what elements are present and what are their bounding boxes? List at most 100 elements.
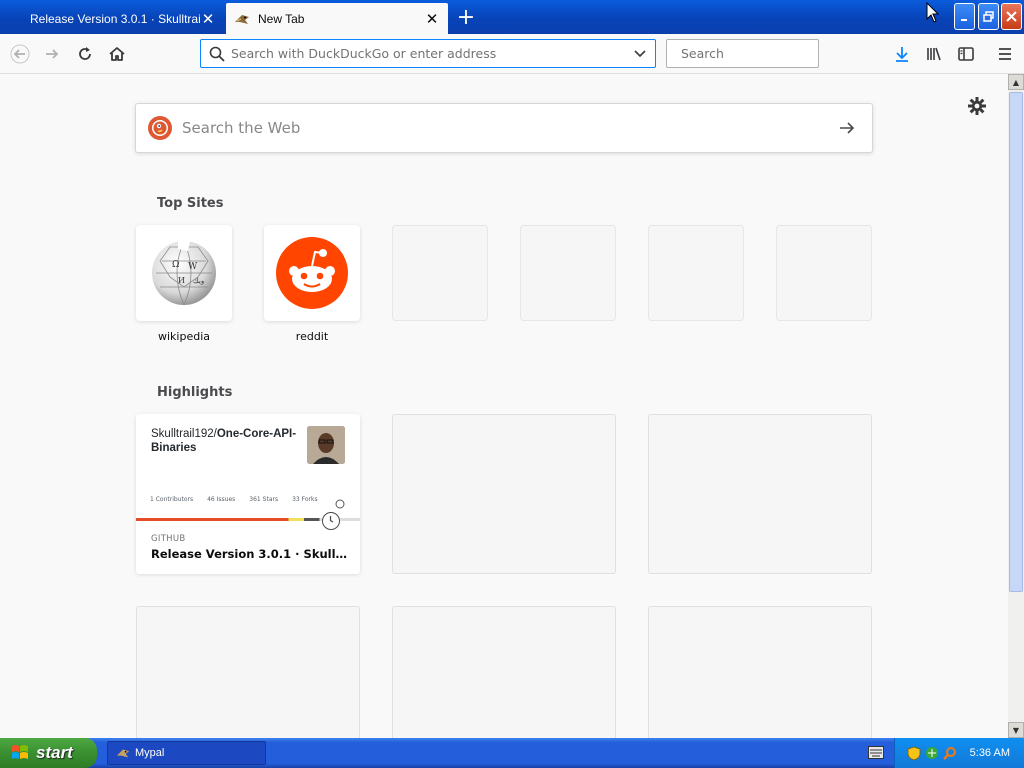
top-site-placeholder (520, 225, 616, 321)
search-bar[interactable] (666, 39, 837, 68)
highlight-preview: Skulltrail192/One-Core-API-Binaries 1 Co… (136, 414, 360, 530)
close-window-button[interactable] (1001, 3, 1022, 30)
github-icon (335, 499, 345, 509)
scroll-down-button[interactable]: ▼ (1008, 722, 1024, 738)
menu-button[interactable] (991, 40, 1019, 68)
close-tab-icon[interactable]: ✕ (424, 11, 440, 28)
svg-text:И: И (178, 276, 185, 285)
top-site-wikipedia[interactable]: Ω W И ويك wikipedia (136, 225, 232, 343)
forward-arrow-icon (46, 49, 59, 59)
top-site-empty (776, 225, 872, 321)
top-site-title: reddit (295, 330, 329, 343)
new-tab-page: Top Sites Ω W И ويك wikipedia (0, 75, 1008, 738)
highlight-placeholder (648, 414, 872, 574)
download-icon (896, 47, 908, 62)
highlight-title: Release Version 3.0.1 · Skulltrail... (151, 547, 351, 561)
windows-logo-icon (12, 745, 28, 759)
close-tab-icon[interactable]: ✕ (200, 11, 216, 28)
library-icon (927, 47, 941, 61)
new-tab-button[interactable]: + (454, 5, 478, 30)
highlight-source: GITHUB (151, 534, 186, 544)
scroll-up-button[interactable]: ▲ (1008, 74, 1024, 90)
top-site-placeholder (392, 225, 488, 321)
customize-button[interactable] (966, 95, 988, 121)
repo-stat: 1 Contributors (150, 496, 194, 503)
top-site-placeholder (648, 225, 744, 321)
highlight-placeholder (392, 414, 616, 574)
repo-owner: Skulltrail192/ (151, 428, 217, 440)
start-label: start (36, 743, 73, 762)
minimize-button[interactable] (954, 3, 975, 30)
sidebar-button[interactable] (952, 40, 980, 68)
network-icon[interactable] (925, 746, 939, 760)
top-site-reddit[interactable]: reddit (264, 225, 360, 343)
highlight-card[interactable]: Skulltrail192/One-Core-API-Binaries 1 Co… (136, 414, 360, 574)
repo-stat: 361 Stars (249, 496, 279, 503)
wikipedia-globe-icon: Ω W И ويك (152, 240, 216, 306)
tab-release-version[interactable]: Release Version 3.0.1 · Skulltrail19 ✕ (0, 3, 224, 34)
top-site-tile[interactable]: Ω W И ويك (136, 225, 232, 321)
start-button[interactable]: start (0, 738, 97, 768)
home-button[interactable] (103, 40, 131, 68)
gear-icon (968, 97, 986, 115)
system-tray: 5:36 AM (894, 738, 1024, 768)
top-site-empty (520, 225, 616, 321)
avatar (307, 426, 345, 464)
downloads-button[interactable] (888, 40, 916, 68)
vertical-scrollbar[interactable]: ▲ ▼ (1008, 74, 1024, 738)
mouse-cursor-icon (926, 2, 940, 23)
title-bar: Release Version 3.0.1 · Skulltrail19 ✕ N… (0, 0, 1024, 34)
mypal-favicon-icon (234, 11, 250, 27)
scrollbar-thumb[interactable] (1009, 92, 1023, 592)
search-tray-icon[interactable] (943, 746, 957, 760)
clock-icon (322, 512, 340, 530)
forward-button[interactable] (38, 40, 66, 68)
url-bar[interactable] (200, 39, 656, 68)
top-sites-heading: Top Sites (157, 196, 224, 211)
taskbar-item-mypal[interactable]: Mypal (107, 741, 266, 765)
shield-icon[interactable] (907, 746, 921, 761)
tab-new-tab[interactable]: New Tab ✕ (226, 3, 448, 34)
reload-button[interactable] (71, 40, 99, 68)
highlight-repo-name: Skulltrail192/One-Core-API-Binaries (151, 427, 301, 455)
url-input[interactable] (231, 40, 625, 67)
highlight-placeholder (136, 606, 360, 738)
tab-label: Release Version 3.0.1 · Skulltrail19 (30, 11, 200, 26)
repo-stats: 1 Contributors 46 Issues 361 Stars 33 Fo… (150, 496, 318, 503)
home-icon (109, 47, 125, 61)
sidebar-icon (958, 47, 974, 61)
back-arrow-icon (10, 44, 30, 64)
highlights-heading: Highlights (157, 385, 233, 400)
top-site-title: wikipedia (157, 330, 210, 343)
top-site-empty (392, 225, 488, 321)
arrow-right-icon[interactable] (838, 119, 856, 137)
hamburger-menu-icon (999, 48, 1011, 60)
top-site-placeholder (776, 225, 872, 321)
top-site-tile[interactable] (264, 225, 360, 321)
search-icon (209, 46, 225, 62)
svg-text:W: W (188, 262, 198, 272)
repo-stat: 33 Forks (292, 496, 318, 503)
keyboard-icon[interactable] (868, 746, 884, 759)
tab-label: New Tab (258, 11, 305, 26)
reddit-alien-icon (276, 237, 348, 309)
top-site-empty (648, 225, 744, 321)
taskbar: start Mypal 5:36 AM (0, 738, 1024, 768)
duckduckgo-logo-icon (148, 116, 172, 140)
highlight-placeholder (392, 606, 616, 738)
task-label: Mypal (135, 747, 165, 759)
repo-stat: 46 Issues (207, 496, 236, 503)
chevron-down-icon[interactable] (633, 47, 647, 61)
reload-icon (79, 47, 91, 60)
library-button[interactable] (920, 40, 948, 68)
taskbar-clock: 5:36 AM (969, 747, 1010, 759)
search-input[interactable] (681, 40, 837, 67)
web-search-input[interactable] (182, 119, 838, 137)
svg-text:ويك: ويك (193, 277, 204, 285)
restore-button[interactable] (978, 3, 999, 30)
mypal-icon (116, 749, 130, 758)
web-search-box[interactable] (135, 103, 873, 153)
back-button[interactable] (6, 40, 34, 68)
nav-toolbar (0, 34, 1024, 74)
svg-text:Ω: Ω (172, 260, 179, 270)
